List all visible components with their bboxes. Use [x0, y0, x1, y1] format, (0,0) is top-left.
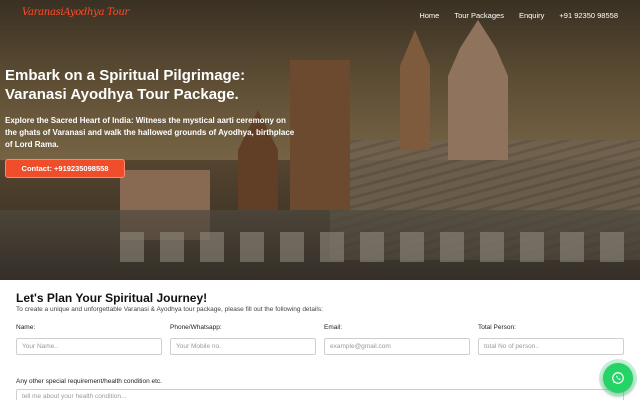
enquiry-form: Let's Plan Your Spiritual Journey! To cr… — [0, 280, 640, 400]
logo-text: VaranasiAyodhya Tour — [22, 7, 129, 18]
name-field-group: Name: — [16, 324, 162, 355]
name-label: Name: — [16, 324, 36, 331]
top-navbar: VaranasiAyodhya Tour Home Tour Packages … — [0, 0, 640, 32]
phone-label: Phone/Whatsapp: — [170, 324, 222, 331]
hero-title: Embark on a Spiritual Pilgrimage: Varana… — [5, 67, 246, 103]
phone-input[interactable] — [170, 338, 316, 355]
total-person-field-group: Total Person: — [478, 324, 624, 355]
whatsapp-button[interactable] — [603, 363, 633, 393]
nav-enquiry[interactable]: Enquiry — [519, 11, 544, 20]
hero-description: Explore the Sacred Heart of India: Witne… — [5, 116, 295, 149]
hero-text: Embark on a Spiritual Pilgrimage: Varana… — [5, 66, 305, 151]
email-input[interactable] — [324, 338, 470, 355]
form-subtitle: To create a unique and unforgettable Var… — [16, 306, 323, 313]
total-person-label: Total Person: — [478, 324, 516, 331]
name-input[interactable] — [16, 338, 162, 355]
requirement-label: Any other special requirement/health con… — [16, 378, 162, 385]
phone-field-group: Phone/Whatsapp: — [170, 324, 316, 355]
email-label: Email: — [324, 324, 343, 331]
nav-links: Home Tour Packages Enquiry +91 92350 985… — [404, 11, 618, 20]
hero-section: VaranasiAyodhya Tour Home Tour Packages … — [0, 0, 640, 280]
nav-phone[interactable]: +91 92350 98558 — [559, 11, 618, 20]
requirement-input[interactable] — [16, 389, 624, 400]
nav-home[interactable]: Home — [419, 11, 439, 20]
total-person-input[interactable] — [478, 338, 624, 355]
form-title: Let's Plan Your Spiritual Journey! — [16, 291, 208, 305]
whatsapp-icon — [612, 372, 624, 384]
site-logo[interactable]: VaranasiAyodhya Tour — [22, 7, 129, 18]
contact-button[interactable]: Contact: +919235098558 — [5, 159, 125, 178]
nav-tour-packages[interactable]: Tour Packages — [454, 11, 504, 20]
email-field-group: Email: — [324, 324, 470, 355]
